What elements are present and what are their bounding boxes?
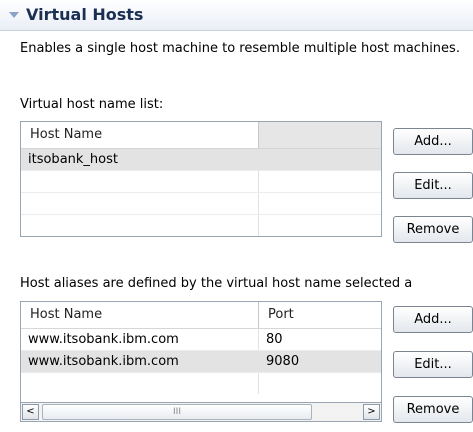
section-header[interactable]: Virtual Hosts: [0, 0, 473, 31]
scroll-left-icon[interactable]: <: [22, 404, 39, 420]
vhost-list-label: Virtual host name list:: [20, 97, 164, 112]
column-header-empty: [259, 122, 381, 148]
vhost-table-header: Host Name: [21, 122, 381, 149]
scroll-thumb[interactable]: III: [42, 404, 312, 420]
column-header-host-name[interactable]: Host Name: [21, 302, 259, 328]
empty-row[interactable]: [21, 215, 381, 236]
vhost-remove-button[interactable]: Remove: [393, 216, 473, 243]
section-title: Virtual Hosts: [26, 5, 144, 24]
aliases-table-header: Host Name Port: [21, 302, 381, 329]
table-row[interactable]: itsobank_host: [21, 149, 381, 171]
cell-port: 9080: [266, 354, 300, 369]
empty-row[interactable]: [21, 373, 381, 394]
horizontal-scrollbar[interactable]: < III >: [20, 402, 382, 422]
table-row[interactable]: www.itsobank.ibm.com 80: [21, 329, 381, 351]
cell-host-name: www.itsobank.ibm.com: [21, 329, 259, 350]
collapse-chevron-icon[interactable]: [9, 12, 19, 18]
aliases-label: Host aliases are defined by the virtual …: [20, 276, 413, 291]
scroll-right-icon[interactable]: >: [363, 404, 380, 420]
vhost-edit-button[interactable]: Edit...: [393, 172, 473, 199]
table-row[interactable]: www.itsobank.ibm.com 9080: [21, 351, 381, 373]
cell-host-name: itsobank_host: [21, 149, 259, 170]
aliases-table: Host Name Port www.itsobank.ibm.com 80 w…: [20, 301, 382, 403]
section-description: Enables a single host machine to resembl…: [20, 41, 460, 56]
empty-row[interactable]: [21, 171, 381, 193]
cell-host-name: www.itsobank.ibm.com: [21, 351, 259, 372]
column-header-host-name[interactable]: Host Name: [21, 122, 259, 148]
column-header-port[interactable]: Port: [259, 302, 381, 328]
empty-row[interactable]: [21, 193, 381, 215]
alias-remove-button[interactable]: Remove: [393, 396, 473, 423]
vhost-add-button[interactable]: Add...: [393, 128, 473, 155]
vhost-table: Host Name itsobank_host: [20, 121, 382, 237]
cell-port: 80: [266, 332, 283, 347]
alias-edit-button[interactable]: Edit...: [393, 351, 473, 378]
cell-empty: [259, 149, 381, 170]
alias-add-button[interactable]: Add...: [393, 306, 473, 333]
